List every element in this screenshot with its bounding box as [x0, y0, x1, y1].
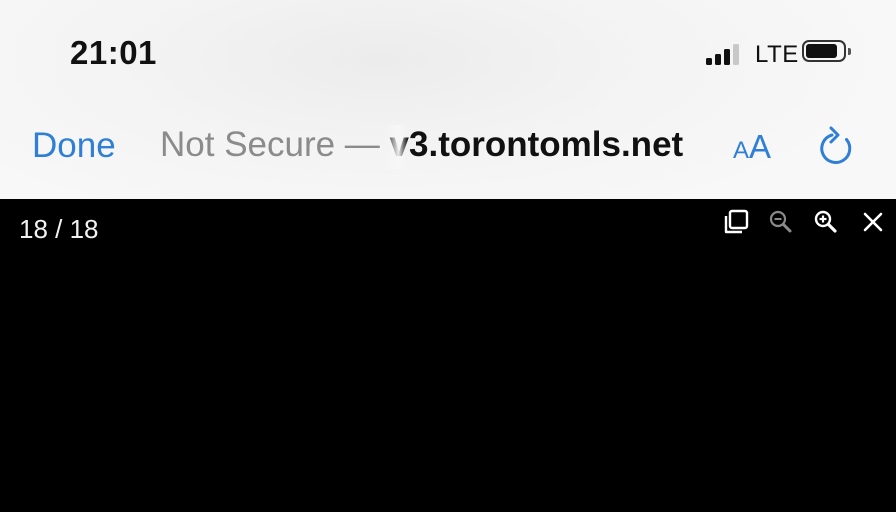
zoom-in-icon: [814, 210, 837, 233]
zoom-in-button[interactable]: [813, 209, 839, 235]
reload-button[interactable]: [818, 124, 858, 168]
signal-bar: [724, 49, 730, 65]
signal-bar: [715, 54, 721, 65]
zoom-out-button[interactable]: [768, 209, 794, 235]
text-size-small-label: A: [733, 137, 750, 164]
copy-button[interactable]: [723, 209, 749, 235]
battery-icon: [802, 40, 851, 64]
text-size-button[interactable]: AA: [733, 128, 771, 166]
url-host: v3.torontomls.net: [389, 125, 684, 164]
url-security-label: Not Secure —: [160, 125, 390, 164]
text-size-large-label: A: [749, 128, 772, 165]
url-fade-overlay: [384, 125, 408, 169]
network-type: LTE: [755, 41, 799, 68]
cellular-signal-icon: [706, 43, 746, 65]
reload-icon: [820, 126, 852, 164]
signal-bar: [733, 44, 739, 65]
zoom-out-icon: [769, 210, 792, 233]
image-viewer[interactable]: 18 / 18: [0, 199, 896, 512]
url-bar[interactable]: Not Secure — v3.torontomls.net: [160, 125, 696, 169]
close-button[interactable]: [860, 209, 886, 235]
signal-bar: [706, 58, 712, 65]
image-counter: 18 / 18: [19, 214, 99, 244]
battery-fill: [806, 44, 837, 58]
battery-tip: [848, 48, 851, 55]
done-button[interactable]: Done: [32, 126, 116, 166]
status-time: 21:01: [70, 34, 157, 71]
browser-chrome: 21:01 LTE Done Not Secure — v3.torontoml…: [0, 0, 896, 199]
copy-icon: [724, 209, 749, 234]
close-icon: [863, 212, 883, 232]
